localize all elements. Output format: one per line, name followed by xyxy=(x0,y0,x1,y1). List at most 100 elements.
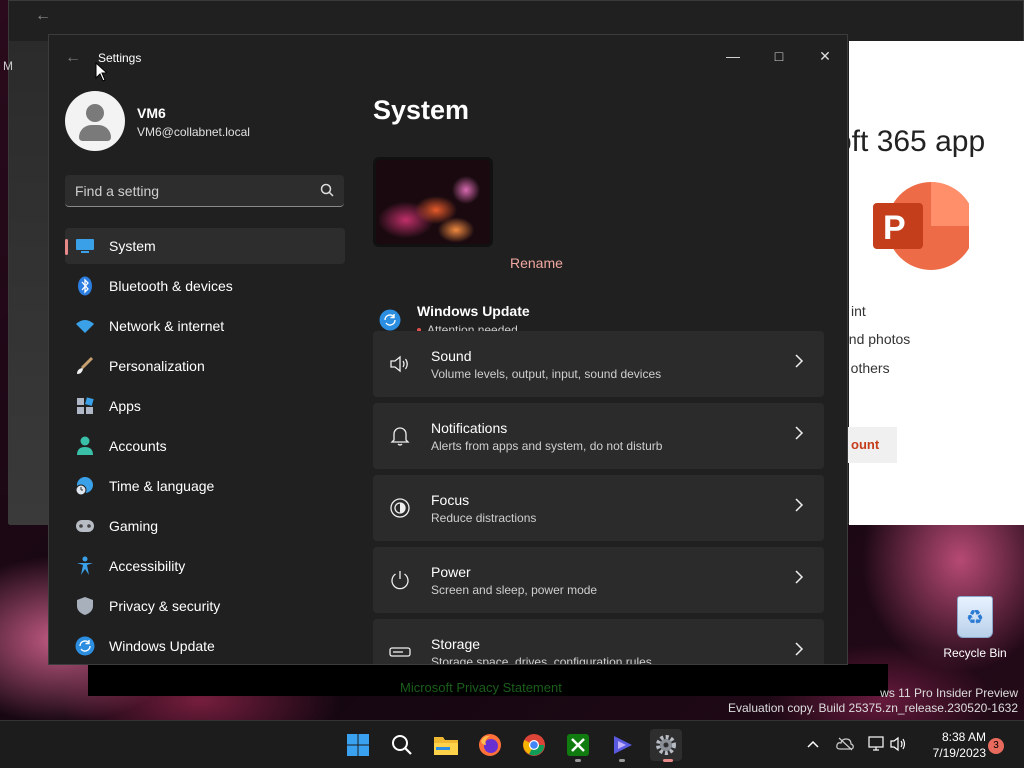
sidebar-item-network[interactable]: Network & internet xyxy=(65,308,345,344)
sidebar-item-label: Privacy & security xyxy=(109,598,221,614)
chevron-right-icon xyxy=(795,498,804,512)
mouse-cursor-icon xyxy=(95,62,107,82)
sidebar-item-accessibility[interactable]: Accessibility xyxy=(65,548,345,584)
m365-panel: oft 365 app P int and photos n others ou… xyxy=(835,41,1024,525)
powerpoint-logo-icon: P xyxy=(873,182,969,270)
card-subtitle: Volume levels, output, input, sound devi… xyxy=(431,367,662,381)
card-subtitle: Alerts from apps and system, do not dist… xyxy=(431,439,663,453)
sidebar-item-privacy[interactable]: Privacy & security xyxy=(65,588,345,624)
card-notifications[interactable]: Notifications Alerts from apps and syste… xyxy=(373,403,824,469)
xbox-button[interactable] xyxy=(562,729,594,761)
close-button[interactable]: ✕ xyxy=(802,41,847,71)
card-title: Sound xyxy=(431,348,472,364)
user-email: VM6@collabnet.local xyxy=(137,125,250,139)
background-m-letter: M xyxy=(3,59,13,73)
card-power[interactable]: Power Screen and sleep, power mode xyxy=(373,547,824,613)
m365-title: oft 365 app xyxy=(835,125,986,158)
user-name: VM6 xyxy=(137,105,166,121)
accessibility-icon xyxy=(75,556,95,576)
chevron-right-icon xyxy=(795,570,804,584)
sidebar-item-time-language[interactable]: Time & language xyxy=(65,468,345,504)
globe-clock-icon xyxy=(75,476,95,496)
background-text-line: and photos xyxy=(841,331,911,347)
card-subtitle: Storage space, drives, configuration rul… xyxy=(431,655,652,665)
sidebar-item-label: System xyxy=(109,238,156,254)
sidebar-item-windows-update[interactable]: Windows Update xyxy=(65,628,345,664)
sidebar-item-label: Accessibility xyxy=(109,558,186,574)
card-title: Notifications xyxy=(431,420,508,436)
card-title: Storage xyxy=(431,636,481,652)
volume-icon[interactable] xyxy=(890,735,908,753)
sidebar-item-gaming[interactable]: Gaming xyxy=(65,508,345,544)
storage-icon xyxy=(389,641,411,663)
title-bar[interactable]: ← Settings — □ ✕ xyxy=(49,35,847,81)
folder-icon xyxy=(434,737,458,755)
chrome-icon xyxy=(523,734,545,756)
update-icon xyxy=(75,636,95,656)
card-subtitle: Reduce distractions xyxy=(431,511,537,525)
search-icon[interactable] xyxy=(320,183,334,197)
brush-icon xyxy=(75,356,95,376)
speaker-icon xyxy=(389,353,411,375)
svg-text:P: P xyxy=(883,209,906,247)
search-box[interactable] xyxy=(65,175,344,207)
recycle-bin-icon xyxy=(957,596,993,638)
search-button[interactable] xyxy=(386,729,418,761)
avatar[interactable] xyxy=(65,91,125,151)
start-button[interactable] xyxy=(342,729,374,761)
minimize-button[interactable]: — xyxy=(710,41,756,71)
taskbar: 8:38 AM 7/19/2023 3 xyxy=(0,720,1024,768)
active-indicator xyxy=(663,759,673,762)
clock[interactable]: 8:38 AM 7/19/2023 xyxy=(922,729,986,761)
watermark-line: ws 11 Pro Insider Preview xyxy=(880,686,1018,700)
search-input[interactable] xyxy=(65,175,344,206)
show-hidden-icons-chevron-up-icon[interactable] xyxy=(804,735,822,753)
background-account-button[interactable]: ount xyxy=(847,427,897,463)
background-left-strip xyxy=(9,41,49,525)
settings-window: ← Settings — □ ✕ VM6 VM6@collabnet.local… xyxy=(48,34,848,665)
card-sound[interactable]: Sound Volume levels, output, input, soun… xyxy=(373,331,824,397)
chevron-right-icon xyxy=(795,354,804,368)
back-arrow-icon[interactable]: ← xyxy=(35,7,51,25)
running-indicator xyxy=(619,759,625,762)
media-player-button[interactable] xyxy=(606,729,638,761)
notification-badge[interactable]: 3 xyxy=(988,738,1004,754)
sidebar-item-label: Accounts xyxy=(109,438,167,454)
chrome-button[interactable] xyxy=(518,729,550,761)
sidebar-item-label: Apps xyxy=(109,398,141,414)
sidebar-item-system[interactable]: System xyxy=(65,228,345,264)
sidebar-item-accounts[interactable]: Accounts xyxy=(65,428,345,464)
recycle-bin-label: Recycle Bin xyxy=(943,646,1007,660)
focus-icon xyxy=(389,497,411,519)
privacy-strip: Microsoft Privacy Statement xyxy=(88,664,888,696)
desktop-thumbnail[interactable] xyxy=(373,157,493,247)
card-title: Focus xyxy=(431,492,470,508)
card-title: Power xyxy=(431,564,471,580)
settings-taskbar-button[interactable] xyxy=(650,729,682,761)
sidebar-item-label: Windows Update xyxy=(109,638,215,654)
shield-icon xyxy=(75,596,95,616)
sidebar-item-apps[interactable]: Apps xyxy=(65,388,345,424)
privacy-link[interactable]: Microsoft Privacy Statement xyxy=(400,680,562,695)
media-player-icon xyxy=(614,736,632,754)
card-focus[interactable]: Focus Reduce distractions xyxy=(373,475,824,541)
firefox-button[interactable] xyxy=(474,729,506,761)
card-storage[interactable]: Storage Storage space, drives, configura… xyxy=(373,619,824,665)
back-arrow-icon[interactable]: ← xyxy=(65,49,81,67)
gear-icon xyxy=(656,735,676,755)
sidebar-item-personalization[interactable]: Personalization xyxy=(65,348,345,384)
search-icon xyxy=(392,735,412,755)
maximize-button[interactable]: □ xyxy=(756,41,802,71)
recycle-bin[interactable]: Recycle Bin xyxy=(942,596,1008,660)
cloud-offline-icon[interactable] xyxy=(836,735,854,753)
apps-icon xyxy=(75,396,95,416)
sidebar-item-bluetooth[interactable]: Bluetooth & devices xyxy=(65,268,345,304)
sidebar-item-label: Time & language xyxy=(109,478,215,494)
gamepad-icon xyxy=(75,516,95,536)
network-icon[interactable] xyxy=(868,735,886,753)
firefox-icon xyxy=(479,734,501,756)
bluetooth-icon xyxy=(75,276,95,296)
rename-link[interactable]: Rename xyxy=(510,255,563,271)
file-explorer-button[interactable] xyxy=(430,729,462,761)
bell-icon xyxy=(389,425,411,447)
